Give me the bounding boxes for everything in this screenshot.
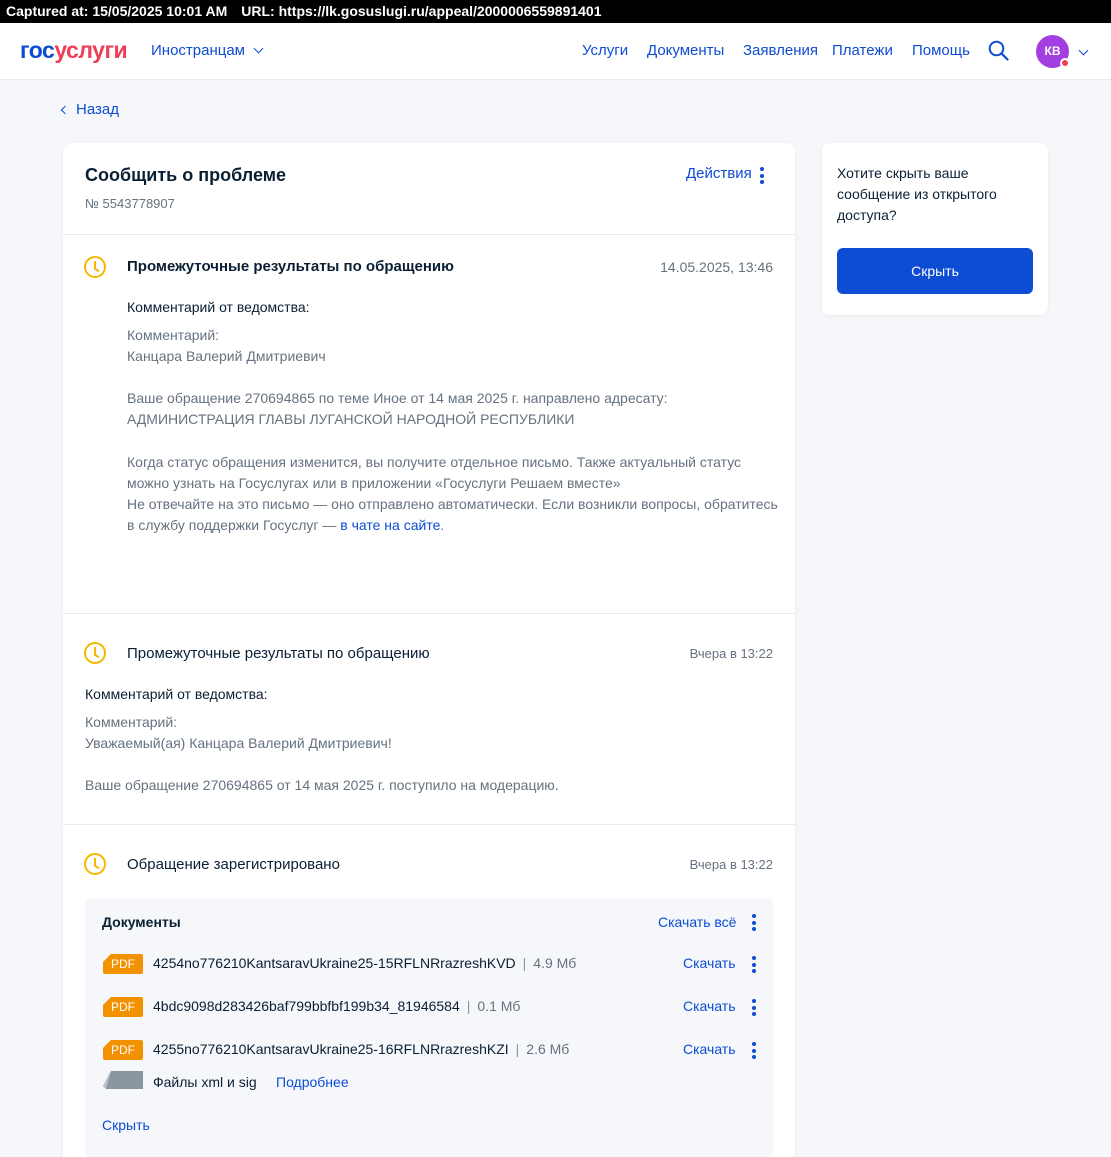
download-all-link[interactable]: Скачать всё (658, 914, 736, 930)
comment-line: АДМИНИСТРАЦИЯ ГЛАВЫ ЛУГАНСКОЙ НАРОДНОЙ Р… (127, 411, 575, 427)
foreigners-menu[interactable]: Иностранцам (151, 42, 264, 59)
download-link[interactable]: Скачать (683, 955, 736, 971)
event-date: Вчера в 13:22 (689, 646, 773, 661)
divider (63, 613, 795, 614)
comment-line: Не отвечайте на это письмо — оно отправл… (127, 496, 778, 512)
pdf-icon: PDF (103, 997, 143, 1017)
comment-line: Уважаемый(ая) Канцара Валерий Дмитриевич… (85, 735, 392, 751)
file-size: 2.6 Мб (509, 1041, 570, 1057)
hide-message-card: Хотите скрыть ваше сообщение из открытог… (822, 143, 1048, 315)
capture-time: Captured at: 15/05/2025 10:01 AM (6, 3, 228, 19)
clock-icon (84, 256, 106, 278)
more-vertical-icon[interactable] (760, 167, 764, 187)
comment-heading: Комментарий от ведомства: (127, 299, 310, 315)
page-title: Сообщить о проблеме (85, 165, 287, 185)
comment-line: Канцара Валерий Дмитриевич (127, 348, 326, 364)
more-vertical-icon[interactable] (752, 1042, 756, 1062)
clock-icon (84, 853, 106, 875)
comment-heading: Комментарий от ведомства: (85, 686, 268, 702)
comment-line: Ваше обращение 270694865 по теме Иное от… (127, 390, 668, 406)
comment-line: в службу поддержки Госуслуг — в чате на … (127, 517, 445, 533)
hide-question: Хотите скрыть ваше сообщение из открытог… (837, 165, 997, 223)
download-link[interactable]: Скачать (683, 998, 736, 1014)
nav-payments[interactable]: Платежи (832, 42, 893, 59)
signature-files-icon (103, 1071, 143, 1089)
actions-button[interactable]: Действия (686, 165, 752, 182)
chevron-down-icon[interactable] (1078, 45, 1089, 56)
event-date: Вчера в 13:22 (689, 857, 773, 872)
nav-help[interactable]: Помощь (912, 42, 970, 59)
hide-button[interactable]: Скрыть (837, 248, 1033, 294)
pdf-icon: PDF (103, 1040, 143, 1060)
documents-panel: Документы Скачать всё PDF 4254no776210Ka… (85, 898, 773, 1157)
search-icon[interactable] (988, 40, 1009, 61)
event-title: Промежуточные результаты по обращению (127, 258, 454, 275)
comment-line: Ваше обращение 270694865 от 14 мая 2025 … (85, 777, 559, 793)
more-vertical-icon[interactable] (752, 914, 756, 934)
nav-services[interactable]: Услуги (582, 42, 628, 59)
comment-line: Комментарий: (127, 327, 220, 343)
file-size: 0.1 Мб (460, 998, 521, 1014)
hide-documents-link[interactable]: Скрыть (102, 1117, 150, 1133)
comment-line: можно узнать на Госуслугах или в приложе… (127, 475, 621, 491)
appeal-number: № 5543778907 (85, 196, 175, 211)
details-link[interactable]: Подробнее (276, 1074, 349, 1090)
comment-line: Когда статус обращения изменится, вы пол… (127, 454, 742, 470)
comment-line: Комментарий: (85, 714, 178, 730)
download-link[interactable]: Скачать (683, 1041, 736, 1057)
appeal-card: Сообщить о проблеме № 5543778907 Действи… (63, 143, 795, 1157)
file-name[interactable]: 4254no776210KantsaravUkraine25-15RFLNRra… (153, 955, 576, 971)
file-name[interactable]: 4bdc9098d283426baf799bbfbf199b34_8194658… (153, 998, 520, 1014)
xml-sig-label: Файлы xml и sig (153, 1074, 257, 1090)
gosuslugi-logo[interactable]: госуслуги (20, 37, 128, 64)
documents-title: Документы (102, 914, 181, 930)
event-date: 14.05.2025, 13:46 (660, 259, 773, 275)
pdf-icon: PDF (103, 954, 143, 974)
user-avatar[interactable]: КВ (1036, 35, 1070, 68)
site-header: госуслуги Иностранцам Услуги Документы З… (0, 23, 1111, 80)
more-vertical-icon[interactable] (752, 956, 756, 976)
more-vertical-icon[interactable] (752, 999, 756, 1019)
event-title: Обращение зарегистрировано (127, 856, 340, 873)
event-title: Промежуточные результаты по обращению (127, 645, 430, 662)
clock-icon (84, 642, 106, 664)
divider (63, 234, 795, 235)
nav-documents[interactable]: Документы (647, 42, 724, 59)
nav-applications[interactable]: Заявления (743, 42, 818, 59)
file-name[interactable]: 4255no776210KantsaravUkraine25-16RFLNRra… (153, 1041, 569, 1057)
file-size: 4.9 Мб (516, 955, 577, 971)
chat-link[interactable]: в чате на сайте (340, 517, 440, 533)
chevron-down-icon (253, 43, 264, 54)
capture-url: URL: https://lk.gosuslugi.ru/appeal/2000… (241, 3, 602, 19)
notification-dot (1060, 58, 1070, 68)
chevron-left-icon (60, 105, 70, 115)
divider (63, 824, 795, 825)
capture-bar: Captured at: 15/05/2025 10:01 AM URL: htt… (0, 0, 1111, 23)
back-link[interactable]: Назад (60, 101, 119, 118)
